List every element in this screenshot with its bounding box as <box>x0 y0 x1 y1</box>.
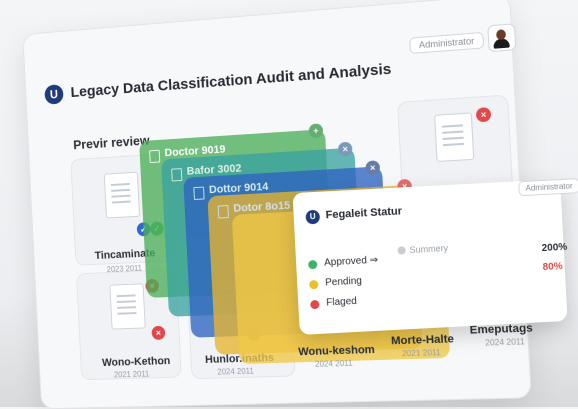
approved-percent: 200% <box>541 242 567 254</box>
status-title: Fegaleit Statur <box>325 205 402 221</box>
avatar[interactable] <box>487 23 516 52</box>
document-date: 2024 2011 <box>217 367 254 377</box>
status-panel: Administrator U Fegaleit Statur Summery … <box>292 179 567 335</box>
preview-section-label: Previr review <box>73 133 150 153</box>
flag-badge-icon: × <box>476 107 492 122</box>
file-icon <box>218 205 229 218</box>
admin-button[interactable]: Administrator <box>409 32 484 54</box>
add-icon[interactable]: + <box>309 123 324 138</box>
flagged-percent: 80% <box>542 261 563 273</box>
document-icon <box>104 172 140 219</box>
document-date: 2024 2011 <box>485 337 525 348</box>
document-icon <box>109 283 145 329</box>
document-name: Wono-Kethon <box>102 355 171 369</box>
pending-label[interactable]: Pending <box>325 276 362 289</box>
file-icon <box>149 150 160 163</box>
document-date: 2024 2011 <box>315 359 353 369</box>
app-logo: U <box>44 84 63 105</box>
document-name: Morte-Halte <box>391 333 454 347</box>
document-date: 2021 2011 <box>402 348 441 358</box>
close-icon[interactable]: × <box>338 142 353 157</box>
file-icon <box>193 187 204 200</box>
document-icon <box>434 112 474 162</box>
summary-label: Summery <box>409 243 448 255</box>
status-logo: U <box>305 210 320 225</box>
summary-icon <box>397 246 405 254</box>
document-name: Wonu-keshom <box>298 344 375 358</box>
close-icon[interactable]: × <box>365 160 380 175</box>
pending-dot-icon <box>309 280 318 289</box>
document-date: 2021 2011 <box>114 370 150 380</box>
flagged-dot-icon <box>310 300 319 309</box>
page-title: Legacy Data Classification Audit and Ana… <box>70 61 392 101</box>
approved-dot-icon <box>308 260 317 269</box>
file-icon <box>171 168 182 181</box>
approved-label[interactable]: Approved ⇒ <box>324 255 378 269</box>
flag-badge-icon: × <box>151 326 165 340</box>
flagged-label[interactable]: Flaged <box>326 296 357 309</box>
status-admin-button[interactable]: Administrator <box>518 178 578 196</box>
